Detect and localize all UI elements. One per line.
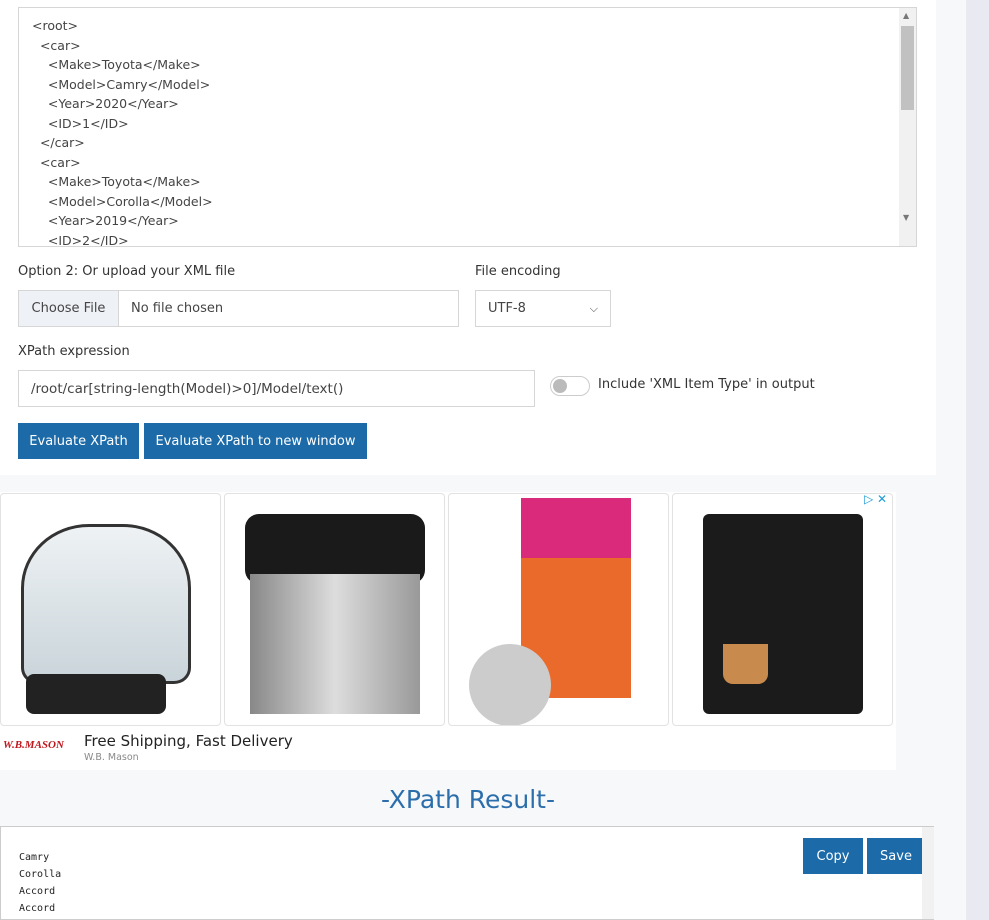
scroll-up-icon[interactable]: ▲ [903, 11, 909, 20]
ad-image-ice-maker[interactable] [224, 493, 445, 726]
scroll-down-icon[interactable]: ▼ [903, 213, 909, 222]
xpath-label: XPath expression [18, 344, 130, 359]
toggle-label: Include 'XML Item Type' in output [598, 377, 815, 392]
xml-content: <root> <car> <Make>Toyota</Make> <Model>… [32, 18, 213, 247]
result-scrollbar[interactable] [922, 827, 934, 919]
encoding-select[interactable]: UTF-8 ⌵ [475, 290, 611, 327]
choose-file-button[interactable]: Choose File [19, 291, 119, 326]
upload-label: Option 2: Or upload your XML file [18, 264, 236, 279]
copy-button[interactable]: Copy [803, 838, 863, 874]
encoding-label: File encoding [475, 264, 561, 279]
ad-headline[interactable]: Free Shipping, Fast Delivery [84, 732, 293, 750]
evaluate-xpath-button[interactable]: Evaluate XPath [18, 423, 139, 459]
xml-item-type-toggle[interactable] [550, 376, 590, 396]
chevron-down-icon: ⌵ [589, 301, 598, 315]
page-scrollbar[interactable] [966, 0, 989, 920]
result-title: -XPath Result- [380, 785, 556, 814]
advertiser-logo: W.B.MASON [3, 739, 64, 751]
ad-image-coffee-box[interactable] [448, 493, 669, 726]
xml-scrollbar[interactable]: ▲ ▼ [899, 8, 916, 246]
xpath-input[interactable]: /root/car[string-length(Model)>0]/Model/… [18, 370, 535, 407]
input-panel: <root> <car> <Make>Toyota</Make> <Model>… [0, 0, 936, 475]
evaluate-new-window-button[interactable]: Evaluate XPath to new window [144, 423, 367, 459]
result-content: Camry Corolla Accord Accord [19, 852, 62, 914]
save-button[interactable]: Save [867, 838, 925, 874]
advertisement[interactable]: ▷ ✕ W.B.MASON Free Shipping, Fast Delive… [0, 492, 896, 770]
file-status: No file chosen [131, 301, 224, 316]
file-upload-input[interactable]: Choose File No file chosen [18, 290, 459, 327]
result-box: Camry Corolla Accord Accord Copy Save [0, 826, 934, 920]
xml-textarea[interactable]: <root> <car> <Make>Toyota</Make> <Model>… [18, 7, 917, 247]
encoding-value: UTF-8 [488, 301, 526, 316]
ad-image-kettle[interactable] [0, 493, 221, 726]
ad-advertiser[interactable]: W.B. Mason [84, 752, 139, 763]
adchoices-icon[interactable]: ▷ ✕ [864, 492, 887, 506]
ad-image-keurig[interactable] [672, 493, 893, 726]
